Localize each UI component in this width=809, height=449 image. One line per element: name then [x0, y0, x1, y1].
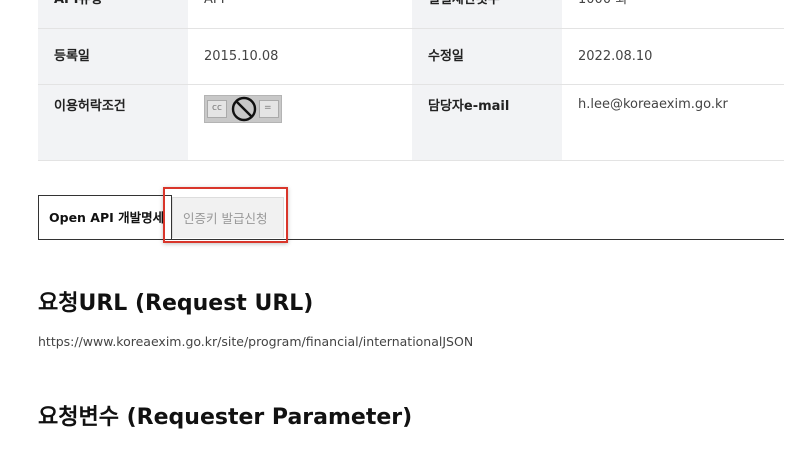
- contact-email-label: 담당자e-mail: [428, 99, 510, 114]
- license-badge-icon[interactable]: cc =: [204, 95, 282, 123]
- request-url-text: https://www.koreaexim.go.kr/site/program…: [38, 334, 474, 349]
- license-terms-label: 이용허락조건: [54, 99, 126, 114]
- registered-date-label: 등록일: [38, 28, 188, 85]
- api-type-label: API유형: [38, 0, 188, 29]
- contact-email-value: h.lee@koreaexim.go.kr: [578, 97, 728, 112]
- info-row-license: 이용허락조건 cc = 담당자e-mail h.lee@koreaexim.go…: [38, 84, 784, 161]
- api-type-value: API: [188, 0, 412, 29]
- tab-open-api-spec[interactable]: Open API 개발명세: [38, 195, 172, 239]
- contact-email-value-cell: h.lee@koreaexim.go.kr: [562, 84, 784, 161]
- tab-api-key-request[interactable]: 인증키 발급신청: [172, 197, 284, 238]
- no-entry-icon: [231, 96, 257, 122]
- modified-date-value: 2022.08.10: [562, 28, 784, 85]
- api-tabs: Open API 개발명세 인증키 발급신청: [38, 195, 784, 240]
- license-terms-value-cell: cc =: [188, 84, 412, 161]
- daily-limit-label: 일일제한횟수: [412, 0, 562, 29]
- license-terms-label-cell: 이용허락조건: [38, 84, 188, 161]
- registered-date-value: 2015.10.08: [188, 28, 412, 85]
- request-url-heading: 요청URL (Request URL): [38, 291, 314, 316]
- contact-email-label-cell: 담당자e-mail: [412, 84, 562, 161]
- api-info-table: API유형 API 일일제한횟수 1000 회 등록일 2015.10.08 수…: [38, 0, 784, 161]
- info-row-api-type: API유형 API 일일제한횟수 1000 회: [38, 0, 784, 29]
- request-parameter-heading: 요청변수 (Requester Parameter): [38, 405, 413, 430]
- modified-date-label: 수정일: [412, 28, 562, 85]
- info-row-dates: 등록일 2015.10.08 수정일 2022.08.10: [38, 28, 784, 85]
- daily-limit-value: 1000 회: [562, 0, 784, 29]
